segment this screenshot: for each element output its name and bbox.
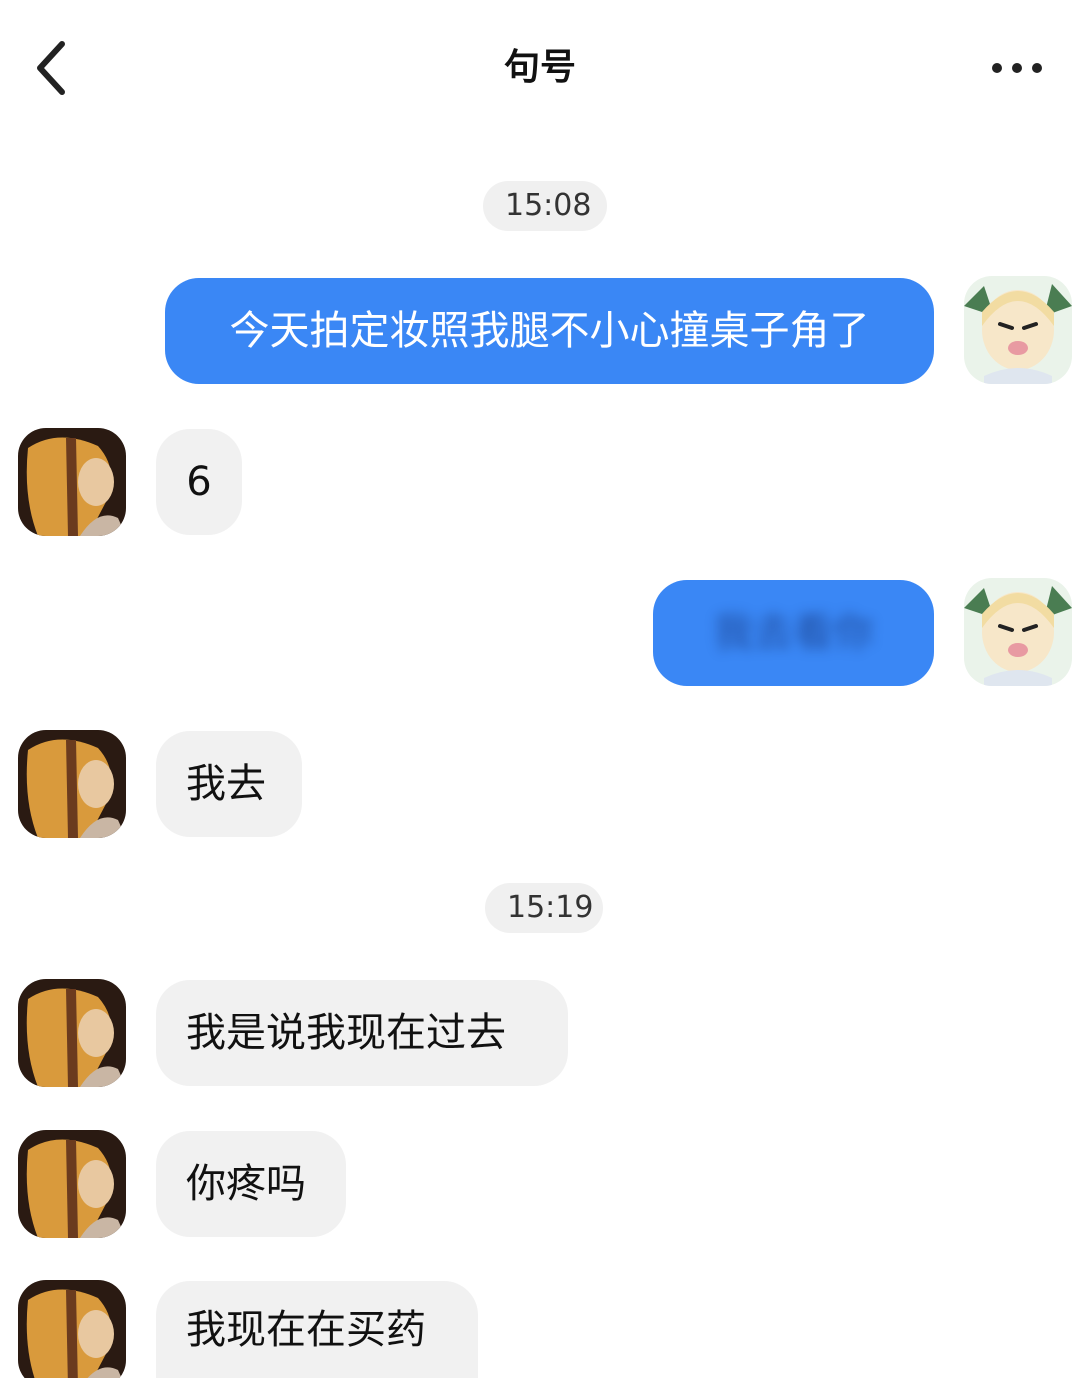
message-bubble-received[interactable]: 我是说我现在过去: [156, 980, 568, 1086]
message-bubble-sent[interactable]: 今天拍定妆照我腿不小心撞桌子角了: [165, 278, 934, 384]
message-bubble-received[interactable]: 我现在在买药: [156, 1281, 478, 1378]
message-bubble-received[interactable]: 6: [156, 429, 242, 535]
contact-avatar[interactable]: [18, 730, 126, 838]
chat-title: 句号: [503, 47, 576, 88]
message-bubble-sent[interactable]: 我去看你: [653, 580, 934, 686]
my-avatar[interactable]: [964, 276, 1072, 384]
chat-screen: 句号 15:08 今天拍定妆照我腿不小心撞桌子角了 6 我去看你 我去 15:1…: [0, 0, 1080, 1378]
contact-avatar[interactable]: [18, 428, 126, 536]
message-bubble-received[interactable]: 你疼吗: [156, 1131, 346, 1237]
chat-header: 句号: [0, 0, 1080, 136]
message-bubble-received[interactable]: 我去: [156, 731, 302, 837]
contact-avatar[interactable]: [18, 979, 126, 1087]
contact-avatar[interactable]: [18, 1280, 126, 1378]
timestamp: 15:08: [483, 181, 607, 231]
more-horizontal-icon: [992, 63, 1042, 73]
my-avatar[interactable]: [964, 578, 1072, 686]
timestamp: 15:19: [485, 883, 603, 933]
back-button[interactable]: [22, 30, 82, 106]
more-button[interactable]: [982, 40, 1052, 96]
chevron-left-icon: [37, 41, 65, 95]
blurred-message-text: 我去看你: [713, 610, 874, 656]
contact-avatar[interactable]: [18, 1130, 126, 1238]
